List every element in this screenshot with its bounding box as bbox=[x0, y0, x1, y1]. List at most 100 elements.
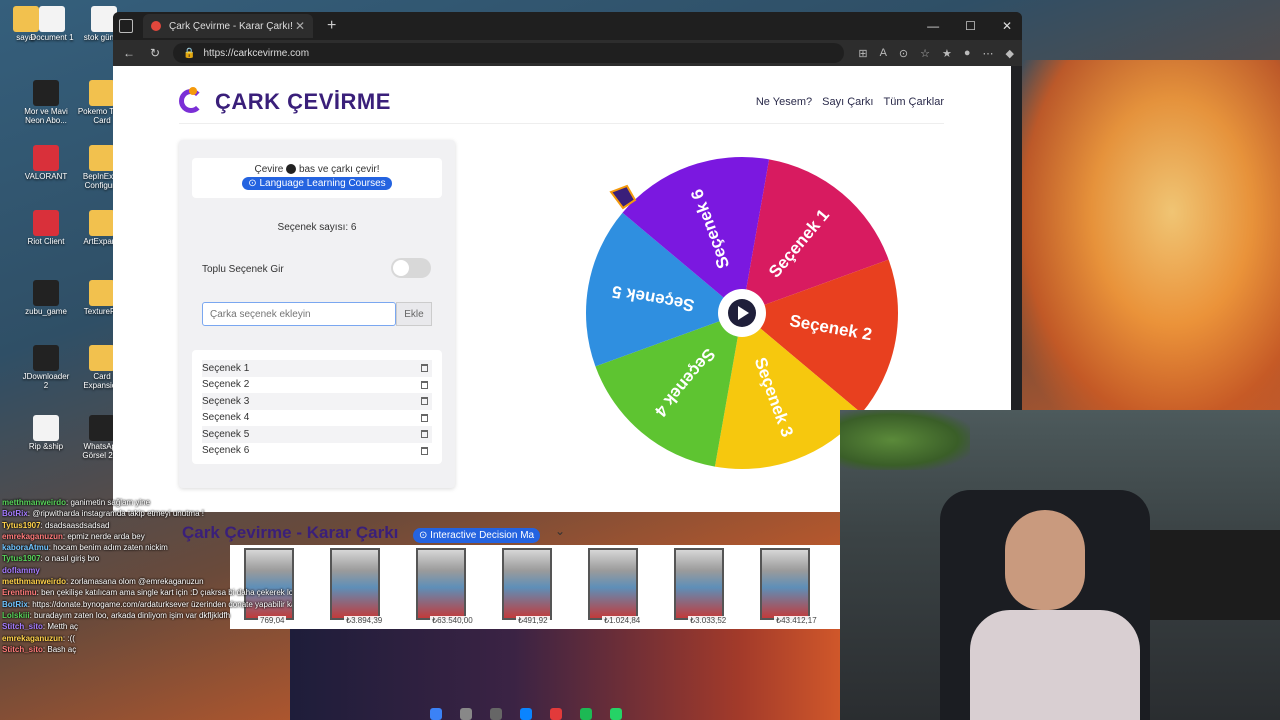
trash-icon[interactable] bbox=[421, 380, 428, 389]
new-tab-icon[interactable]: + bbox=[327, 17, 336, 35]
option-input[interactable] bbox=[202, 302, 396, 326]
trash-icon[interactable] bbox=[421, 413, 428, 422]
app-icon[interactable] bbox=[550, 708, 562, 720]
desktop-icon[interactable]: JDownloader 2 bbox=[20, 345, 72, 391]
ad-pill-label: Language Learning Courses bbox=[259, 178, 386, 189]
folder-icon bbox=[89, 345, 115, 371]
translate-icon[interactable]: A bbox=[880, 47, 887, 60]
plant bbox=[840, 410, 970, 470]
address-bar-row: ← ↻ 🔒 https://carkcevirme.com ⊞ A ⊙ ☆ ★ … bbox=[113, 40, 1022, 66]
chat-username: doflammy bbox=[2, 565, 40, 575]
desktop-icon[interactable]: zubu_game bbox=[20, 280, 72, 317]
chat-username: Lolskiii bbox=[2, 610, 30, 620]
product-card[interactable]: ₺1.024,84 bbox=[574, 545, 660, 629]
folder-icon bbox=[89, 145, 115, 171]
desktop-icon-label: VALORANT bbox=[24, 172, 68, 181]
chat-username: metthmanweirdo bbox=[2, 498, 67, 507]
more-icon[interactable]: ⋯ bbox=[983, 47, 994, 60]
chat-username: Erentimu bbox=[2, 588, 37, 598]
product-card[interactable]: ₺491,92 bbox=[488, 545, 574, 629]
desktop-icon[interactable]: Riot Client bbox=[20, 210, 72, 247]
app-icon bbox=[33, 80, 59, 106]
chat-text: : o nasıl giriş bro bbox=[40, 554, 100, 564]
streamer-head bbox=[1005, 510, 1085, 610]
nav-tum-carklar[interactable]: Tüm Çarklar bbox=[883, 96, 944, 108]
desktop-icon[interactable]: Rip &ship bbox=[20, 415, 72, 452]
chat-username: Stitch_sito bbox=[2, 622, 43, 632]
app-icon bbox=[33, 345, 59, 371]
product-card[interactable]: ₺3.033,52 bbox=[660, 545, 746, 629]
trash-icon[interactable] bbox=[421, 397, 428, 406]
minimize-icon[interactable]: — bbox=[927, 19, 939, 33]
profile-icon[interactable]: ● bbox=[964, 47, 971, 60]
chat-text: : Metth aç bbox=[42, 622, 79, 632]
folder-icon bbox=[89, 80, 115, 106]
trash-icon[interactable] bbox=[421, 446, 428, 455]
chat-username: Tytus1907 bbox=[2, 554, 41, 564]
card-image bbox=[502, 548, 552, 620]
top-nav: Ne Yesem? Sayı Çarkı Tüm Çarklar bbox=[756, 96, 944, 108]
chat-message: BotRix: https://donate.bynogame.com/arda… bbox=[2, 599, 292, 610]
site-header: ÇARK ÇEVİRME Ne Yesem? Sayı Çarkı Tüm Ça… bbox=[179, 80, 944, 124]
chat-text: : zorlamasana olom @emrekaganuzun bbox=[66, 577, 204, 587]
chat-message: kaboraAtmu: hocam benim adım zaten nicki… bbox=[2, 542, 292, 553]
product-card[interactable]: ₺3.894,39 bbox=[316, 545, 402, 629]
apps-icon[interactable]: ⊞ bbox=[858, 47, 867, 60]
trash-icon[interactable] bbox=[421, 430, 428, 439]
product-card[interactable]: ₺63.540,00 bbox=[402, 545, 488, 629]
desktop-icon-label: Rip &ship bbox=[28, 442, 64, 451]
overlay-pill[interactable]: ⊙ Interactive Decision Ma bbox=[413, 528, 541, 543]
app-icon bbox=[33, 145, 59, 171]
spotify-icon[interactable] bbox=[580, 708, 592, 720]
add-button[interactable]: Ekle bbox=[396, 302, 432, 326]
copilot-icon[interactable]: ◆ bbox=[1006, 47, 1014, 60]
tab-active[interactable]: Çark Çevirme - Karar Çarkı! ✕ bbox=[143, 14, 313, 38]
search-icon[interactable] bbox=[460, 708, 472, 720]
close-tab-icon[interactable]: ✕ bbox=[295, 19, 305, 33]
product-card[interactable]: ₺43.412,17 bbox=[746, 545, 832, 629]
start-icon[interactable] bbox=[430, 708, 442, 720]
card-price: ₺3.033,52 bbox=[688, 616, 729, 625]
card-price: ₺1.024,84 bbox=[602, 616, 643, 625]
nav-ne-yesem[interactable]: Ne Yesem? bbox=[756, 96, 812, 108]
bulk-label: Toplu Seçenek Gir bbox=[202, 264, 284, 275]
tab-actions-icon[interactable] bbox=[119, 19, 133, 33]
taskview-icon[interactable] bbox=[490, 708, 502, 720]
desktop-icon[interactable]: VALORANT bbox=[20, 145, 72, 182]
chat-username: kaboraAtmu bbox=[2, 543, 49, 553]
close-window-icon[interactable]: ✕ bbox=[1002, 19, 1012, 33]
option-list: Seçenek 1 Seçenek 2 Seçenek 3 Seçenek 4 Seçe… bbox=[192, 350, 442, 464]
trash-icon[interactable] bbox=[421, 364, 428, 373]
logo-text[interactable]: ÇARK ÇEVİRME bbox=[215, 89, 391, 115]
desktop-icon[interactable]: Mor ve Mavi Neon Abo... bbox=[20, 80, 72, 126]
shelf bbox=[1140, 530, 1280, 620]
lock-icon: 🔒 bbox=[183, 47, 196, 59]
card-image bbox=[760, 548, 810, 620]
taskbar bbox=[430, 708, 830, 720]
wallpaper-art-bottom bbox=[290, 628, 850, 720]
list-item: Seçenek 4 bbox=[202, 410, 432, 427]
chevron-down-icon[interactable]: ⌄ bbox=[555, 524, 565, 538]
chat-text: : epmiz nerde arda bey bbox=[62, 531, 145, 541]
chat-message: Tytus1907: dsadsaasdsadsad bbox=[2, 520, 292, 531]
list-item: Seçenek 3 bbox=[202, 393, 432, 410]
address-bar[interactable]: 🔒 https://carkcevirme.com bbox=[173, 43, 845, 63]
nav-sayi-carki[interactable]: Sayı Çarkı bbox=[822, 96, 873, 108]
maximize-icon[interactable]: ☐ bbox=[965, 19, 976, 33]
bulk-toggle[interactable] bbox=[391, 258, 431, 278]
card-image bbox=[588, 548, 638, 620]
reload-icon[interactable]: ↻ bbox=[147, 46, 163, 60]
ad-pill[interactable]: ⊙ Language Learning Courses bbox=[242, 177, 392, 190]
logo-icon[interactable] bbox=[179, 86, 205, 117]
edge-icon[interactable] bbox=[520, 708, 532, 720]
back-icon[interactable]: ← bbox=[121, 46, 137, 60]
streamer-body bbox=[970, 610, 1140, 720]
extensions-icon[interactable]: ⊙ bbox=[899, 47, 908, 60]
whatsapp-icon[interactable] bbox=[610, 708, 622, 720]
collections-icon[interactable]: ★ bbox=[942, 47, 952, 60]
chat-username: emrekaganuzun bbox=[2, 531, 63, 541]
option-label: Seçenek 3 bbox=[202, 395, 250, 407]
list-item: Seçenek 1 bbox=[202, 360, 432, 377]
desktop-icon[interactable]: Document 1 bbox=[26, 6, 78, 43]
favorite-icon[interactable]: ☆ bbox=[920, 47, 930, 60]
